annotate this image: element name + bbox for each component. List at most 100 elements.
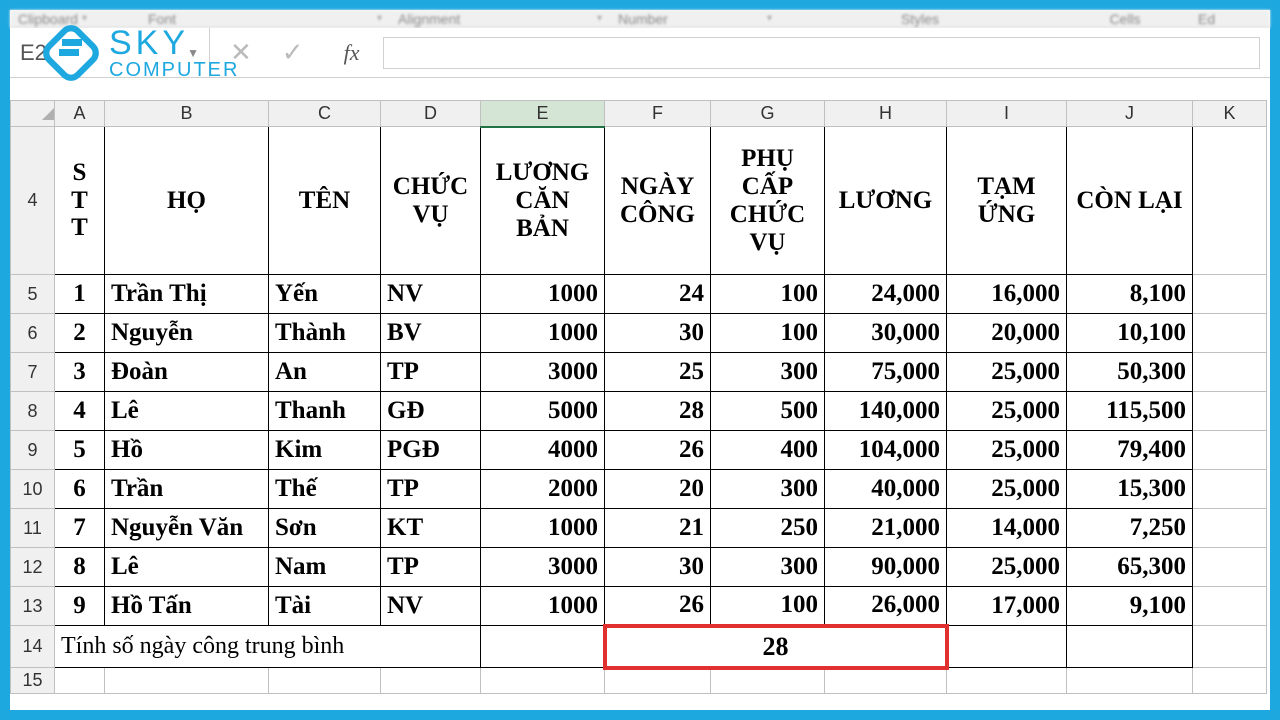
- cell-cv[interactable]: TP: [381, 470, 481, 509]
- cell-E14[interactable]: [481, 626, 605, 668]
- avg-label[interactable]: Tính số ngày công trung bình: [55, 626, 481, 668]
- cell-stt[interactable]: 4: [55, 392, 105, 431]
- hdr-ngaycong[interactable]: NGÀY CÔNG: [605, 127, 711, 275]
- cell-stt[interactable]: 7: [55, 509, 105, 548]
- cell-pc[interactable]: 300: [711, 548, 825, 587]
- cell-cl[interactable]: 15,300: [1067, 470, 1193, 509]
- cell-K[interactable]: [1193, 314, 1267, 353]
- cell-luong[interactable]: 26,000: [825, 587, 947, 626]
- cell-cv[interactable]: NV: [381, 275, 481, 314]
- row-4[interactable]: 4: [11, 127, 55, 275]
- hdr-luong[interactable]: LƯƠNG: [825, 127, 947, 275]
- cell-ten[interactable]: Thế: [269, 470, 381, 509]
- row-11[interactable]: 11: [11, 509, 55, 548]
- cell-ho[interactable]: Hồ Tấn: [105, 587, 269, 626]
- cell-cv[interactable]: KT: [381, 509, 481, 548]
- cell-stt[interactable]: 2: [55, 314, 105, 353]
- cell-luong[interactable]: 40,000: [825, 470, 947, 509]
- cell-cl[interactable]: 79,400: [1067, 431, 1193, 470]
- spreadsheet-grid[interactable]: A B C D E F G H I J K 4 STT HỌ TÊN CHỨC …: [10, 100, 1267, 694]
- cell-pc[interactable]: 100: [711, 314, 825, 353]
- col-I[interactable]: I: [947, 101, 1067, 127]
- cell-ho[interactable]: Trần: [105, 470, 269, 509]
- cell-cv[interactable]: TP: [381, 353, 481, 392]
- cell-K[interactable]: [1193, 470, 1267, 509]
- hdr-luongcb[interactable]: LƯƠNG CĂN BẢN: [481, 127, 605, 275]
- row-13[interactable]: 13: [11, 587, 55, 626]
- cell-lcb[interactable]: 1000: [481, 587, 605, 626]
- cell-pc[interactable]: 100: [711, 587, 825, 626]
- cell-ho[interactable]: Nguyễn Văn: [105, 509, 269, 548]
- col-F[interactable]: F: [605, 101, 711, 127]
- cell-ho[interactable]: Trần Thị: [105, 275, 269, 314]
- cell-nc[interactable]: 26: [605, 587, 711, 626]
- cell-ho[interactable]: Lê: [105, 548, 269, 587]
- cell-J14[interactable]: [1067, 626, 1193, 668]
- col-E[interactable]: E: [481, 101, 605, 127]
- cell-cl[interactable]: 8,100: [1067, 275, 1193, 314]
- cell-ho[interactable]: Lê: [105, 392, 269, 431]
- cell-cl[interactable]: 65,300: [1067, 548, 1193, 587]
- cell-K[interactable]: [1193, 431, 1267, 470]
- cell-luong[interactable]: 140,000: [825, 392, 947, 431]
- cell-nc[interactable]: 20: [605, 470, 711, 509]
- cell-nc[interactable]: 30: [605, 314, 711, 353]
- cell-cl[interactable]: 115,500: [1067, 392, 1193, 431]
- cell-K[interactable]: [1193, 275, 1267, 314]
- cell-pc[interactable]: 300: [711, 353, 825, 392]
- formula-input[interactable]: [383, 37, 1260, 69]
- cell-tu[interactable]: 25,000: [947, 548, 1067, 587]
- hdr-chucvu[interactable]: CHỨC VỤ: [381, 127, 481, 275]
- cell-luong[interactable]: 30,000: [825, 314, 947, 353]
- cell-ten[interactable]: Thanh: [269, 392, 381, 431]
- col-H[interactable]: H: [825, 101, 947, 127]
- row-6[interactable]: 6: [11, 314, 55, 353]
- row-7[interactable]: 7: [11, 353, 55, 392]
- avg-value[interactable]: 28: [605, 626, 947, 668]
- cell-lcb[interactable]: 1000: [481, 509, 605, 548]
- cell-tu[interactable]: 20,000: [947, 314, 1067, 353]
- cell-cv[interactable]: TP: [381, 548, 481, 587]
- fx-icon[interactable]: fx: [344, 40, 360, 66]
- cell-cl[interactable]: 9,100: [1067, 587, 1193, 626]
- row-5[interactable]: 5: [11, 275, 55, 314]
- cell-lcb[interactable]: 1000: [481, 314, 605, 353]
- cell-K[interactable]: [1193, 392, 1267, 431]
- col-K[interactable]: K: [1193, 101, 1267, 127]
- cell-stt[interactable]: 9: [55, 587, 105, 626]
- cell-nc[interactable]: 21: [605, 509, 711, 548]
- row-14[interactable]: 14: [11, 626, 55, 668]
- cell-lcb[interactable]: 4000: [481, 431, 605, 470]
- cell-lcb[interactable]: 1000: [481, 275, 605, 314]
- row-12[interactable]: 12: [11, 548, 55, 587]
- cell-cv[interactable]: BV: [381, 314, 481, 353]
- hdr-tamung[interactable]: TẠM ỨNG: [947, 127, 1067, 275]
- cell-tu[interactable]: 25,000: [947, 470, 1067, 509]
- cell-cl[interactable]: 50,300: [1067, 353, 1193, 392]
- cell-stt[interactable]: 3: [55, 353, 105, 392]
- cell-ten[interactable]: Nam: [269, 548, 381, 587]
- row-8[interactable]: 8: [11, 392, 55, 431]
- accept-icon[interactable]: ✓: [282, 37, 304, 68]
- hdr-stt[interactable]: STT: [55, 127, 105, 275]
- cell-ten[interactable]: Yến: [269, 275, 381, 314]
- cell-pc[interactable]: 250: [711, 509, 825, 548]
- cell-ho[interactable]: Nguyễn: [105, 314, 269, 353]
- cell-stt[interactable]: 8: [55, 548, 105, 587]
- cell-K14[interactable]: [1193, 626, 1267, 668]
- cell-ten[interactable]: Thành: [269, 314, 381, 353]
- cell-tu[interactable]: 14,000: [947, 509, 1067, 548]
- cell-cv[interactable]: GĐ: [381, 392, 481, 431]
- cell-lcb[interactable]: 5000: [481, 392, 605, 431]
- cell-ten[interactable]: Tài: [269, 587, 381, 626]
- cell-K[interactable]: [1193, 587, 1267, 626]
- cell-K4[interactable]: [1193, 127, 1267, 275]
- cell-nc[interactable]: 30: [605, 548, 711, 587]
- cell-luong[interactable]: 104,000: [825, 431, 947, 470]
- row-9[interactable]: 9: [11, 431, 55, 470]
- cell-ten[interactable]: Kim: [269, 431, 381, 470]
- col-B[interactable]: B: [105, 101, 269, 127]
- cell-pc[interactable]: 400: [711, 431, 825, 470]
- row-15[interactable]: 15: [11, 668, 55, 694]
- cell-K[interactable]: [1193, 353, 1267, 392]
